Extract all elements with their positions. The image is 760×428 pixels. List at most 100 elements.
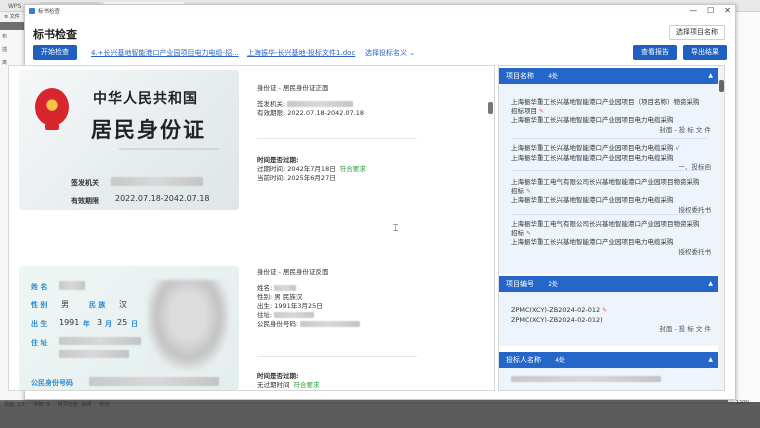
back-ok-status: 符合要求 <box>293 381 320 389</box>
divider <box>257 138 417 139</box>
validity-value: 2022.07.18-2042.07.18 <box>115 194 210 203</box>
app-icon <box>29 8 35 14</box>
proofread[interactable]: 校对 <box>99 401 109 408</box>
back-name: 姓名: <box>257 284 437 293</box>
maximize-icon[interactable]: ☐ <box>707 6 714 15</box>
divider <box>511 170 707 171</box>
select-signature-label: 选择投标名义 <box>365 49 407 57</box>
wps-tab[interactable]: WPS <box>4 2 25 11</box>
section-count: 4处 <box>548 73 559 80</box>
back-birth: 出生: 1991年3月25日 <box>257 302 323 310</box>
chevron-down-icon: ⌄ <box>409 49 416 57</box>
page-count: 页面: 1/1 <box>4 402 26 408</box>
project-name-section-header[interactable]: 项目名称 4处 ▲ <box>499 68 719 84</box>
front-current-time: 当前时间: 2025年6月27日 <box>257 174 336 182</box>
birth-year-unit: 年 <box>83 320 90 328</box>
back-address: 住址: <box>257 311 437 320</box>
item-source: 授权委托书 <box>678 205 712 214</box>
back-id-number: 公民身份号码: <box>257 320 437 329</box>
birth-label: 出 生 <box>31 320 48 328</box>
id-number-redacted <box>89 377 219 386</box>
document-preview-pane[interactable]: 中华人民共和国 居民身份证 签发机关 有效期限 2022.07.18-2042.… <box>8 65 495 391</box>
name-redacted <box>59 281 85 290</box>
id-number-label: 公民身份号码 <box>31 379 73 387</box>
front-ok-status: 符合要求 <box>339 165 366 173</box>
address-redacted-1 <box>59 337 141 345</box>
window-title: 标书检查 <box>38 9 61 15</box>
front-validity: 有效期限: 2022.07.18-2042.07.18 <box>257 109 365 117</box>
export-results-button[interactable]: 导出结果 <box>683 45 727 60</box>
project-number-section-header[interactable]: 项目编号 2处 ▲ <box>499 276 719 292</box>
preview-scrollbar-thumb[interactable] <box>488 102 493 114</box>
ethnicity-value: 汉 <box>119 300 127 309</box>
bid-file-link[interactable]: 上海振华-长兴基地-投标文件1.doc <box>247 48 355 58</box>
close-icon[interactable]: ✕ <box>724 6 731 15</box>
view-report-button[interactable]: 查看报告 <box>633 45 677 60</box>
gender-value: 男 <box>61 300 69 309</box>
page-title: 标书检查 <box>33 28 77 41</box>
section-count: 2处 <box>548 281 559 288</box>
section-title: 项目编号 <box>506 280 534 288</box>
toolbar: 开始检查 4.+长兴基地智能港口产业园项目电力电缆-招... 上海振华-长兴基地… <box>25 43 735 63</box>
results-scrollbar-thumb[interactable] <box>719 80 724 92</box>
portrait-photo <box>147 280 229 370</box>
status-bar: 页面: 1/1 字数: 9 拼写检查: 关闭 校对 <box>4 401 109 408</box>
front-expiry-info: 时间是否过期: 过期时间: 2042年7月18日 符合要求 当前时间: 2025年… <box>257 156 437 183</box>
file-menu[interactable]: ≡ 文件 <box>0 14 20 20</box>
name-label: 姓 名 <box>31 283 48 291</box>
chevron-up-icon: ▲ <box>708 280 713 287</box>
birth-day: 25 <box>117 318 128 327</box>
section-title: 投标人名称 <box>506 356 541 364</box>
birth-year: 1991 <box>59 318 80 327</box>
birth-day-unit: 日 <box>131 320 138 328</box>
list-item[interactable]: 上海振华重工长兴基地智能港口产业园项目（项目名称）物资采购 招标项目 ✎ 上海振华… <box>511 98 711 134</box>
address-redacted-2 <box>59 350 129 358</box>
item-source: 封面 - 投 标 文 件 <box>659 125 711 134</box>
section-title: 项目名称 <box>506 72 534 80</box>
back-gender: 性别: 男 民族汉 <box>257 293 303 301</box>
check-icon: √ <box>675 145 680 152</box>
select-bid-signature-dropdown[interactable]: 选择投标名义 ⌄ <box>365 48 415 58</box>
chevron-up-icon: ▲ <box>708 356 713 363</box>
great-wall-pattern <box>119 148 219 168</box>
marker-icon: ✎ <box>602 307 608 314</box>
marker-icon: ✎ <box>526 187 532 195</box>
check-results-pane[interactable]: 项目名称 4处 ▲ 上海振华重工长兴基地智能港口产业园项目（项目名称）物资采购 … <box>498 65 725 391</box>
marker-icon: ✎ <box>539 107 545 115</box>
card-country: 中华人民共和国 <box>93 91 198 107</box>
dialog-titlebar: 标书检查 <box>25 5 735 17</box>
validity-label: 有效期限 <box>71 197 99 205</box>
list-item[interactable]: 上海振华重工电气有限公司长兴基地智能港口产业园项目物资采购 招标 ✎ 上海振华重工… <box>511 178 711 214</box>
back-expired-title: 时间是否过期: <box>257 372 299 380</box>
bidder-name-section-header[interactable]: 投标人名称 4处 ▲ <box>499 352 719 368</box>
address-label: 住 址 <box>31 339 48 347</box>
birth-month: 3 <box>97 318 103 327</box>
list-item[interactable]: 上海振华重工电气有限公司长兴基地智能港口产业园项目物资采购 招标 ✎ 上海振华重工… <box>511 220 711 256</box>
spell-check[interactable]: 拼写检查: 关闭 <box>58 401 91 408</box>
national-emblem-icon <box>35 88 69 130</box>
results-scrollbar[interactable] <box>718 66 724 390</box>
back-section-title: 身份证 - 居民身份证反面 <box>257 268 329 276</box>
item-source: 授权委托书 <box>678 247 712 256</box>
front-authority: 签发机关: <box>257 100 437 109</box>
word-count: 字数: 9 <box>33 402 50 408</box>
tender-file-link[interactable]: 4.+长兴基地智能港口产业园项目电力电缆-招... <box>91 48 239 58</box>
marker-icon: ✎ <box>526 229 532 237</box>
list-item[interactable] <box>511 376 711 385</box>
start-check-button[interactable]: 开始检查 <box>33 45 77 60</box>
divider <box>257 356 417 357</box>
item-source: 封面 - 投 标 文 件 <box>659 325 711 333</box>
divider <box>511 138 707 139</box>
minimize-icon[interactable]: — <box>689 6 697 15</box>
select-project-name-button[interactable]: 选择项目名称 <box>669 25 725 40</box>
dialog-header: 标书检查 选择项目名称 <box>25 17 735 43</box>
front-expired-title: 时间是否过期: <box>257 156 299 164</box>
wps-status-area <box>0 402 760 428</box>
list-item[interactable]: 上海振华重工长兴基地智能港口产业园项目电力电缆采购 √ 上海振华重工长兴基地智能港… <box>511 144 711 172</box>
authority-label: 签发机关 <box>71 179 99 187</box>
list-item[interactable]: ZPMC(XCY)-ZB2024-02-012 ✎ ZPMC(XCY)-ZB202… <box>511 306 711 334</box>
divider <box>511 214 707 215</box>
zoom-level[interactable]: 120% <box>736 400 750 406</box>
authority-redacted <box>111 177 203 186</box>
front-section-title: 身份证 - 居民身份证正面 <box>257 84 329 92</box>
